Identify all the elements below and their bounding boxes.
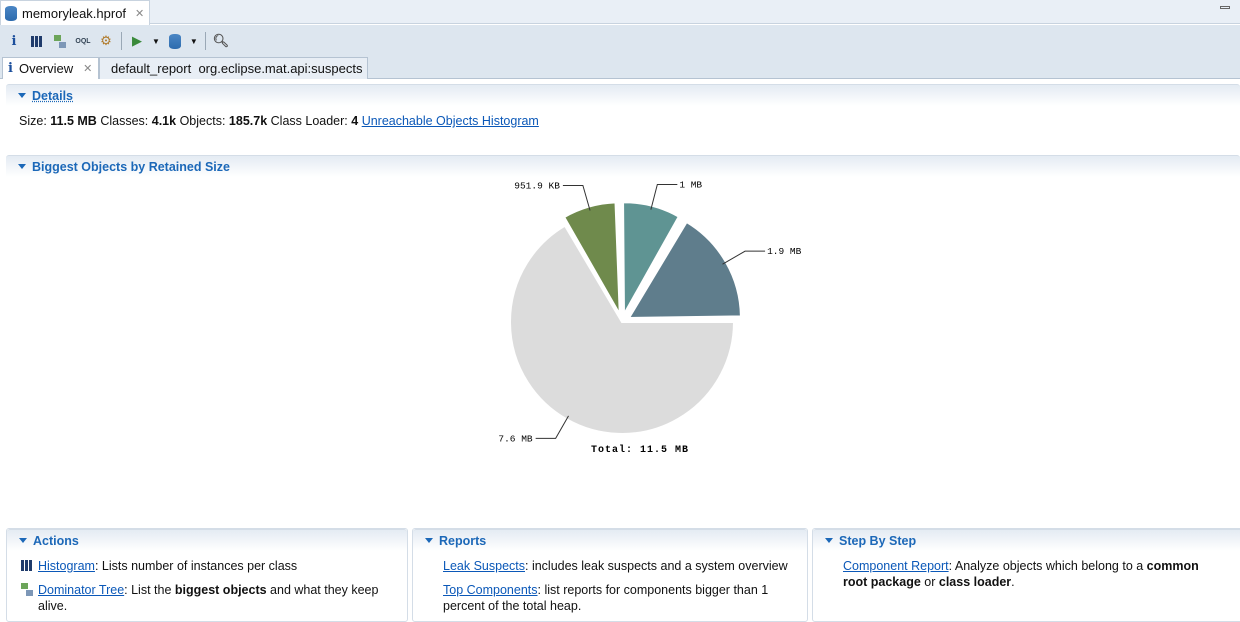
collapse-icon[interactable] xyxy=(825,538,833,543)
report-text: percent of the total heap. xyxy=(443,599,582,613)
component-report-link[interactable]: Component Report xyxy=(843,559,949,573)
heap-dump-icon xyxy=(5,5,17,21)
section-title: Step By Step xyxy=(839,533,917,548)
file-tab-label: memoryleak.hprof xyxy=(22,5,127,21)
info-icon[interactable]: i xyxy=(6,33,22,49)
details-section-header[interactable]: Details xyxy=(6,84,1240,106)
step-component-report: Component Report: Analyze objects which … xyxy=(843,559,1199,573)
editor-tabs: i Overview ✕ default_report org.eclipse.… xyxy=(0,57,1240,79)
biggest-objects-section-header[interactable]: Biggest Objects by Retained Size xyxy=(6,155,1240,177)
collapse-icon[interactable] xyxy=(18,164,26,169)
reports-section-header[interactable]: Reports xyxy=(413,529,807,551)
pie-leader-line xyxy=(535,415,569,439)
details-summary: Size: 11.5 MB Classes: 4.1k Objects: 185… xyxy=(19,114,539,128)
retained-size-pie-chart: Total: 11.5 MB 1.9 MB 1 MB 951.9 KB 7.6 MB xyxy=(498,180,802,456)
pie-slice-label: 1.9 MB xyxy=(767,246,802,257)
step-by-step-section-header[interactable]: Step By Step xyxy=(813,529,1240,551)
run-report-icon[interactable]: ▶ xyxy=(129,33,145,49)
info-icon: i xyxy=(8,61,13,76)
toolbar-separator xyxy=(204,32,206,50)
unreachable-objects-histogram-link[interactable]: Unreachable Objects Histogram xyxy=(362,114,539,128)
reports-section: Reports Leak Suspects: includes leak sus… xyxy=(412,528,808,622)
search-icon[interactable]: 🔍︎ xyxy=(213,33,230,49)
collapse-icon[interactable] xyxy=(18,93,26,98)
collapse-icon[interactable] xyxy=(19,538,27,543)
file-tab[interactable]: memoryleak.hprof ✕ xyxy=(0,0,150,25)
dominator-tree-icon[interactable] xyxy=(52,33,68,49)
section-title: Details xyxy=(32,88,73,103)
tab-default-report[interactable]: default_report org.eclipse.mat.api:suspe… xyxy=(99,57,368,79)
histogram-link[interactable]: Histogram xyxy=(38,559,95,573)
oql-icon[interactable]: OQL xyxy=(75,33,91,49)
report-leak-suspects: Leak Suspects: includes leak suspects an… xyxy=(443,559,788,573)
step-by-step-section: Step By Step Component Report: Analyze o… xyxy=(812,528,1240,622)
dominator-tree-link[interactable]: Dominator Tree xyxy=(38,583,124,597)
section-title: Actions xyxy=(33,533,79,548)
query-browser-icon[interactable] xyxy=(167,33,183,49)
toolbar: i OQL ⚙ ▶ ▼ ▼ 🔍︎ xyxy=(0,25,1240,57)
heap-dump-overview-icon[interactable]: ⚙ xyxy=(98,33,114,49)
report-top-components: Top Components: list reports for compone… xyxy=(443,583,769,597)
action-dominator-tree: Dominator Tree: List the biggest objects… xyxy=(21,583,378,597)
histogram-icon[interactable] xyxy=(29,33,45,49)
actions-section: Actions Histogram: Lists number of insta… xyxy=(6,528,408,622)
action-histogram: Histogram: Lists number of instances per… xyxy=(21,559,297,573)
section-title: Reports xyxy=(439,533,487,548)
actions-section-header[interactable]: Actions xyxy=(7,529,407,551)
tab-label: default_report org.eclipse.mat.api:suspe… xyxy=(111,61,363,76)
close-icon[interactable]: ✕ xyxy=(135,7,144,20)
section-title: Biggest Objects by Retained Size xyxy=(32,159,230,174)
pie-slice-label: 7.6 MB xyxy=(498,433,533,444)
top-components-link[interactable]: Top Components xyxy=(443,583,538,597)
editor-title-bar: memoryleak.hprof ✕ xyxy=(0,0,1240,25)
pie-leader-line xyxy=(722,250,766,265)
collapse-icon[interactable] xyxy=(425,538,433,543)
close-icon[interactable]: ✕ xyxy=(83,62,92,75)
pie-slice-label: 951.9 KB xyxy=(514,180,560,191)
step-text: root package or class loader. xyxy=(843,575,1015,589)
pie-total-label: Total: 11.5 MB xyxy=(591,444,689,456)
toolbar-separator xyxy=(121,32,122,50)
tab-label: Overview xyxy=(18,61,74,76)
pie-slice-label: 1 MB xyxy=(679,180,702,190)
histogram-icon xyxy=(21,560,33,571)
dominator-tree-icon xyxy=(21,583,33,596)
action-text: alive. xyxy=(38,599,68,613)
tab-overview[interactable]: i Overview ✕ xyxy=(2,57,99,79)
chevron-down-icon[interactable]: ▼ xyxy=(190,37,198,46)
leak-suspects-link[interactable]: Leak Suspects xyxy=(443,559,525,573)
chevron-down-icon[interactable]: ▼ xyxy=(152,37,160,46)
minimize-button[interactable] xyxy=(1220,6,1230,9)
